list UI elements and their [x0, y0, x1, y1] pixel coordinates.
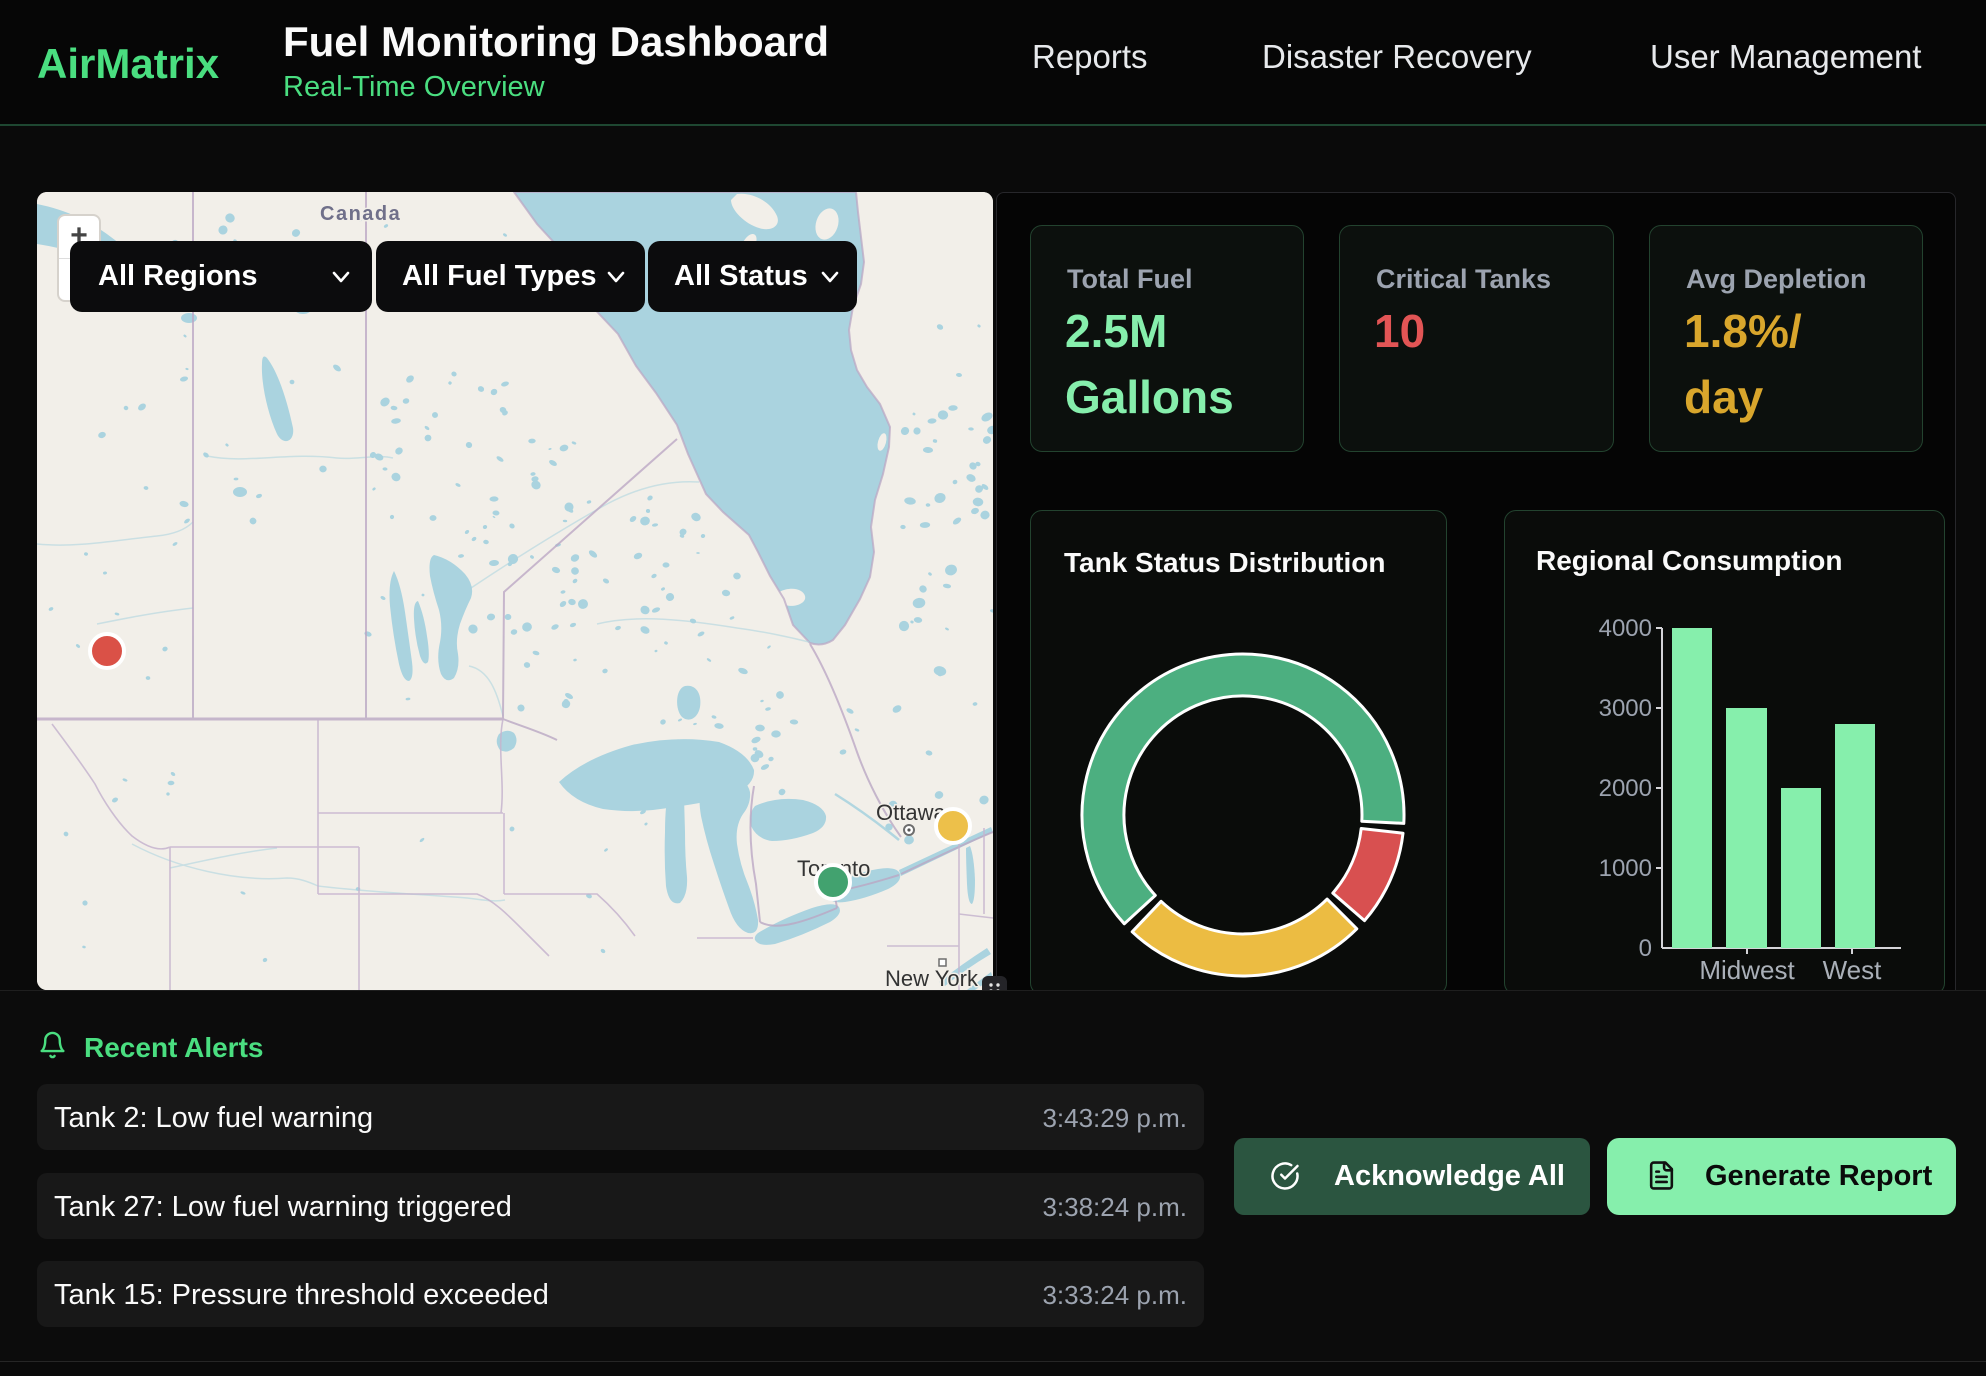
svg-text:1000: 1000	[1599, 855, 1652, 882]
svg-text:West: West	[1823, 955, 1883, 985]
svg-text:2000: 2000	[1599, 775, 1652, 802]
svg-text:3000: 3000	[1599, 695, 1652, 722]
svg-text:0: 0	[1639, 935, 1652, 962]
svg-text:New York: New York	[885, 966, 979, 990]
svg-text:4000: 4000	[1599, 615, 1652, 642]
svg-text:Canada: Canada	[320, 203, 401, 225]
svg-text:Midwest: Midwest	[1699, 955, 1795, 985]
